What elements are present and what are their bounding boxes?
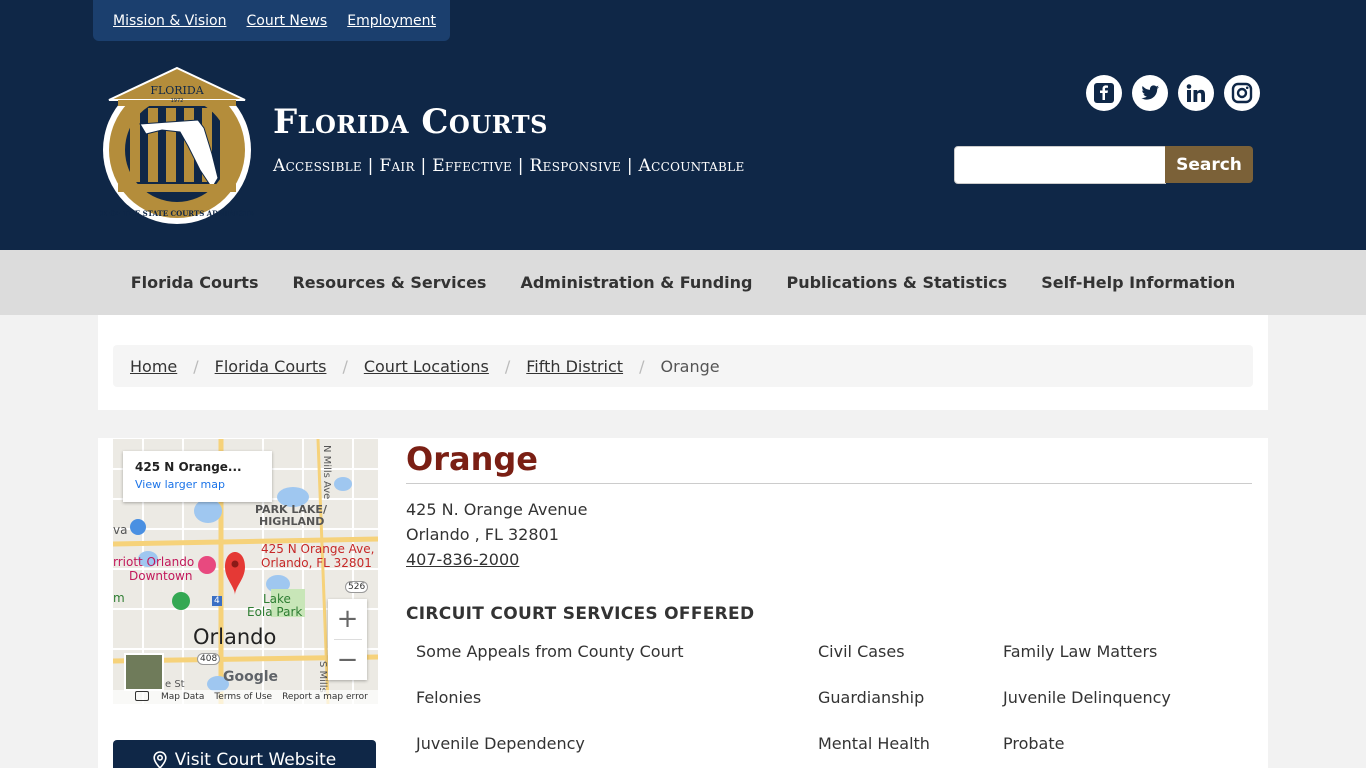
report-map-error-link[interactable]: Report a map error [282, 692, 368, 702]
service-item: Some Appeals from County Court [416, 642, 684, 661]
nav-self-help[interactable]: Self-Help Information [1024, 273, 1252, 292]
search-button[interactable]: Search [1165, 146, 1253, 183]
facebook-icon[interactable] [1086, 75, 1122, 111]
map-label-route-526: 526 [345, 581, 369, 593]
address-line-1: 425 N. Orange Avenue [406, 500, 588, 519]
map-zoom-controls: + − [328, 599, 367, 680]
terms-of-use-link[interactable]: Terms of Use [214, 692, 272, 702]
nav-administration-funding[interactable]: Administration & Funding [503, 273, 769, 292]
nav-publications-statistics[interactable]: Publications & Statistics [769, 273, 1024, 292]
visit-court-website-button[interactable]: Visit Court Website [113, 740, 376, 768]
map-label-marriott-2: Downtown [129, 569, 193, 583]
map-info-card: 425 N Orange... View larger map [123, 451, 272, 502]
map-label-lake: Lake [263, 592, 291, 606]
map-marker-icon [153, 751, 167, 768]
breadcrumb-separator: / [342, 356, 348, 376]
map-footer: Map Data Terms of Use Report a map error [113, 690, 378, 704]
embedded-map[interactable]: PARK LAKE/ HIGHLAND 425 N Orange Ave, Or… [113, 439, 378, 704]
breadcrumb-fifth-district[interactable]: Fifth District [526, 357, 623, 376]
seal-text-florida: FLORIDA [150, 84, 204, 97]
service-item: Felonies [416, 688, 482, 707]
service-item: Juvenile Delinquency [1003, 688, 1171, 707]
google-logo: Google [223, 669, 279, 685]
top-link-employment[interactable]: Employment [347, 13, 436, 29]
search-input[interactable] [954, 146, 1166, 184]
map-label-e-st: e St [165, 679, 185, 690]
court-details: Orange 425 N. Orange Avenue Orlando , FL… [406, 438, 1252, 768]
map-label-city: Orlando [193, 625, 277, 649]
service-item: Juvenile Dependency [416, 734, 585, 753]
main-content: PARK LAKE/ HIGHLAND 425 N Orange Ave, Or… [98, 438, 1268, 768]
court-address: 425 N. Orange Avenue Orlando , FL 32801 … [406, 497, 1252, 572]
breadcrumb-separator: / [504, 356, 511, 376]
map-label-mills: N Mills Ave [321, 445, 332, 500]
breadcrumb-panel: Home / Florida Courts / Court Locations … [98, 315, 1268, 410]
twitter-icon[interactable] [1132, 75, 1168, 111]
social-links [1086, 75, 1260, 111]
service-item: Mental Health [818, 734, 930, 753]
breadcrumb-current: Orange [660, 356, 720, 376]
view-larger-map-link[interactable]: View larger map [135, 478, 260, 491]
map-label-highland: HIGHLAND [259, 515, 325, 528]
florida-courts-seal-logo[interactable]: FLORIDA 1972 OFFICE OF THE STATE COURTS … [100, 66, 254, 226]
top-link-news[interactable]: Court News [246, 13, 327, 29]
zoom-out-button[interactable]: − [328, 640, 367, 680]
service-item: Civil Cases [818, 642, 905, 661]
breadcrumb-florida-courts[interactable]: Florida Courts [215, 357, 327, 376]
service-item: Probate [1003, 734, 1065, 753]
service-item: Guardianship [818, 688, 925, 707]
nav-florida-courts[interactable]: Florida Courts [114, 273, 276, 292]
map-label-address-2: Orlando, FL 32801 [261, 556, 372, 570]
map-label-eola-park: Eola Park [247, 605, 303, 619]
visit-court-website-label: Visit Court Website [174, 750, 337, 768]
site-header: Mission & Vision Court News Employment F… [0, 0, 1366, 250]
phone-link[interactable]: 407-836-2000 [406, 550, 519, 569]
breadcrumb-home[interactable]: Home [130, 357, 177, 376]
instagram-icon[interactable] [1224, 75, 1260, 111]
map-label-route-408: 408 [197, 653, 221, 665]
top-link-mission[interactable]: Mission & Vision [113, 13, 226, 29]
map-label-s-mills: S Mills [317, 661, 328, 693]
nav-resources-services[interactable]: Resources & Services [275, 273, 503, 292]
site-tagline: Accessible | Fair | Effective | Responsi… [273, 156, 745, 176]
keyboard-icon[interactable] [135, 691, 149, 701]
page-title: Orange [406, 438, 1252, 484]
map-data-link[interactable]: Map Data [161, 692, 204, 702]
address-line-2: Orlando , FL 32801 [406, 525, 559, 544]
main-nav: Florida Courts Resources & Services Admi… [0, 250, 1366, 315]
breadcrumb-separator: / [639, 356, 645, 376]
map-label-address-1: 425 N Orange Ave, [261, 542, 375, 556]
service-item: Family Law Matters [1003, 642, 1158, 661]
breadcrumb-separator: / [193, 356, 199, 376]
map-label-route-4: 4 [212, 596, 222, 606]
linkedin-icon[interactable] [1178, 75, 1214, 111]
breadcrumb: Home / Florida Courts / Court Locations … [113, 345, 1253, 387]
zoom-in-button[interactable]: + [328, 599, 367, 639]
map-label-left-m: m [113, 591, 125, 605]
breadcrumb-court-locations[interactable]: Court Locations [364, 357, 489, 376]
seal-text-year: 1972 [171, 98, 184, 104]
map-label-left-va: va [113, 523, 128, 537]
seal-text-office: OFFICE OF THE STATE COURTS ADMINISTRATOR [100, 209, 254, 218]
services-list: Some Appeals from County Court Civil Cas… [406, 642, 1252, 768]
site-title[interactable]: Florida Courts [273, 102, 548, 142]
top-links: Mission & Vision Court News Employment [93, 0, 450, 41]
map-card-title: 425 N Orange... [135, 460, 242, 474]
map-label-marriott-1: rriott Orlando [113, 555, 195, 569]
services-heading: CIRCUIT COURT SERVICES OFFERED [406, 604, 755, 624]
